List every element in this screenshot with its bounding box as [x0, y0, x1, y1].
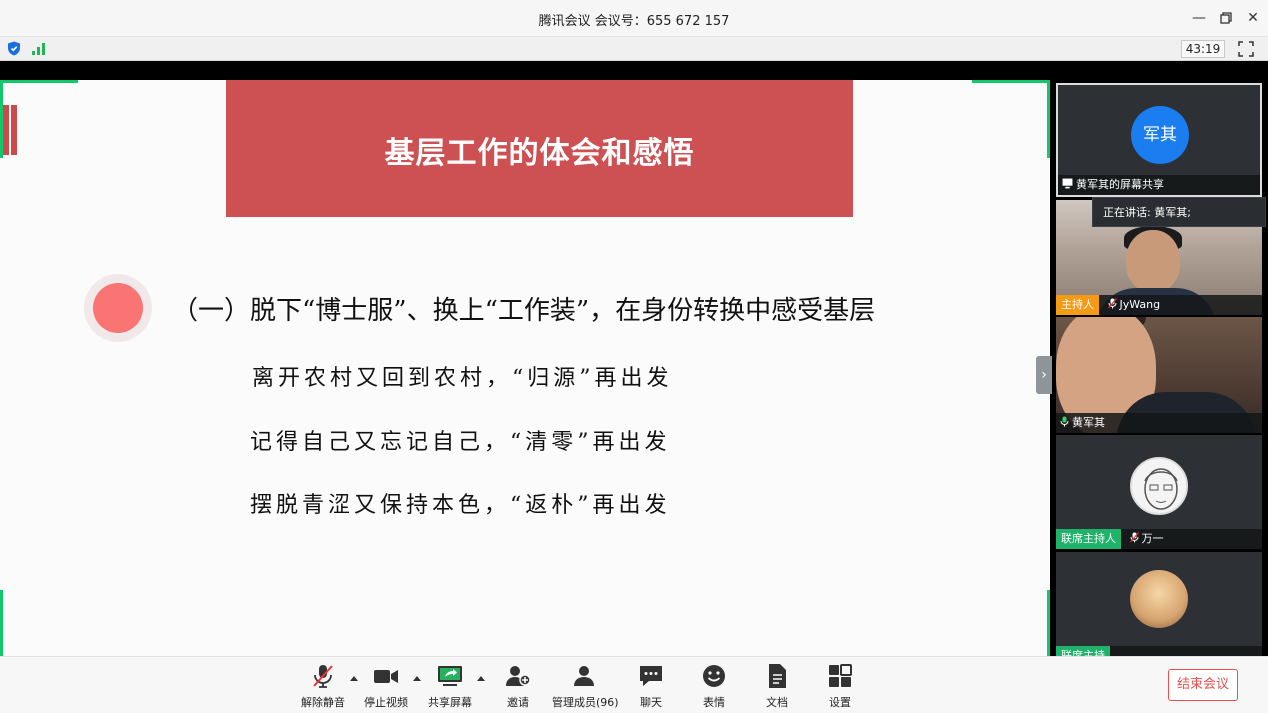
window-title: 腾讯会议 会议号：655 672 157: [538, 14, 730, 29]
slide-line: 离开农村又回到农村，“归源”再出发: [252, 366, 673, 391]
caret-up-icon[interactable]: [413, 675, 421, 681]
face-sketch-icon: [1144, 468, 1178, 510]
restore-button[interactable]: [1215, 8, 1237, 28]
signal-icon[interactable]: [31, 42, 47, 55]
participant-tile-share[interactable]: 军其 黄军其的屏幕共享: [1056, 83, 1262, 197]
avatar: 军其: [1131, 106, 1189, 164]
slide-title-banner: 基层工作的体会和感悟: [226, 80, 853, 217]
participant-tile-wanyi[interactable]: 联席主持人 万一: [1056, 435, 1262, 549]
participant-tile-5[interactable]: 联席主持: [1056, 552, 1262, 656]
restore-icon: [1220, 12, 1232, 24]
participant-panel: 军其 黄军其的屏幕共享 主持人 JyWang 黄军其 联席主持人 万一 联席主持: [1052, 61, 1268, 656]
caret-up-icon[interactable]: [350, 675, 358, 681]
participant-name-bar: 黄军其: [1056, 413, 1262, 433]
avatar: [1130, 570, 1188, 628]
slide-heading: （一）脱下“博士服”、换上“工作装”，在身份转换中感受基层: [172, 296, 876, 326]
members-icon: [574, 666, 594, 686]
shared-screen: 基层工作的体会和感悟 （一）脱下“博士服”、换上“工作装”，在身份转换中感受基层…: [0, 80, 1050, 656]
corner-mark: [0, 80, 78, 83]
document-icon: [769, 664, 786, 688]
caret-up-icon[interactable]: [477, 675, 485, 681]
reaction-button[interactable]: 表情: [693, 663, 735, 711]
participant-name-bar: 主持人 JyWang: [1056, 295, 1262, 315]
manage-members-button[interactable]: 管理成员(96): [552, 663, 619, 711]
speaking-indicator: 正在讲话: 黄军其;: [1092, 197, 1266, 227]
mic-muted-icon: [313, 665, 333, 688]
chat-icon: [640, 666, 662, 686]
chat-button[interactable]: 聊天: [630, 663, 672, 711]
stop-video-button[interactable]: 停止视频: [363, 663, 409, 711]
meeting-toolbar: 解除静音 停止视频 共享屏幕 邀请 管理成员(96) 聊天 表情 文档 设置 结…: [0, 656, 1268, 713]
corner-mark: [1047, 80, 1050, 158]
share-screen-button[interactable]: 共享屏幕: [427, 663, 473, 711]
corner-mark: [0, 590, 3, 656]
invite-button[interactable]: 邀请: [497, 663, 539, 711]
bullet-dot: [84, 274, 152, 342]
screen-share-icon: [1062, 178, 1073, 189]
participant-name-bar: 黄军其的屏幕共享: [1058, 175, 1260, 195]
expand-panel-button[interactable]: ›: [1036, 356, 1052, 394]
host-badge: 主持人: [1056, 295, 1099, 315]
slide-title: 基层工作的体会和感悟: [384, 136, 695, 171]
minimize-button[interactable]: —: [1188, 8, 1210, 28]
settings-grid-icon: [829, 664, 852, 687]
unmute-button[interactable]: 解除静音: [300, 663, 346, 711]
fullscreen-icon[interactable]: [1238, 41, 1254, 57]
meeting-window: 腾讯会议 会议号：655 672 157 — ✕ 43:19 基层工作的体会和感…: [0, 0, 1268, 713]
slide-line: 摆脱青涩又保持本色，“返朴”再出发: [250, 493, 671, 518]
status-bar: 43:19: [0, 37, 1268, 61]
add-user-icon: [506, 666, 531, 686]
meeting-timer: 43:19: [1181, 40, 1225, 58]
corner-mark: [972, 80, 1050, 83]
corner-mark: [1047, 590, 1050, 656]
video-camera-icon: [374, 670, 398, 683]
cohost-badge: 联席主持人: [1056, 529, 1121, 549]
mic-muted-icon: [1107, 298, 1117, 309]
shield-icon[interactable]: [7, 41, 21, 56]
participant-name-bar: 联席主持: [1056, 646, 1262, 656]
participant-tile-huangjunqi[interactable]: 黄军其: [1056, 317, 1262, 433]
mic-active-icon: [1060, 416, 1069, 427]
docs-button[interactable]: 文档: [756, 663, 798, 711]
chevron-right-icon: ›: [1041, 367, 1047, 383]
close-button[interactable]: ✕: [1242, 8, 1264, 28]
smiley-icon: [703, 665, 725, 687]
cohost-badge: 联席主持: [1056, 646, 1110, 656]
end-meeting-button[interactable]: 结束会议: [1168, 669, 1238, 701]
slide-line: 记得自己又忘记自己，“清零”再出发: [250, 430, 671, 455]
participant-name-bar: 联席主持人 万一: [1056, 529, 1262, 549]
avatar: [1130, 457, 1188, 515]
title-bar: 腾讯会议 会议号：655 672 157 — ✕: [0, 0, 1268, 37]
share-screen-icon: [438, 666, 462, 686]
settings-button[interactable]: 设置: [819, 663, 861, 711]
mic-muted-icon: [1129, 532, 1139, 543]
slide-decoration: [3, 105, 19, 159]
